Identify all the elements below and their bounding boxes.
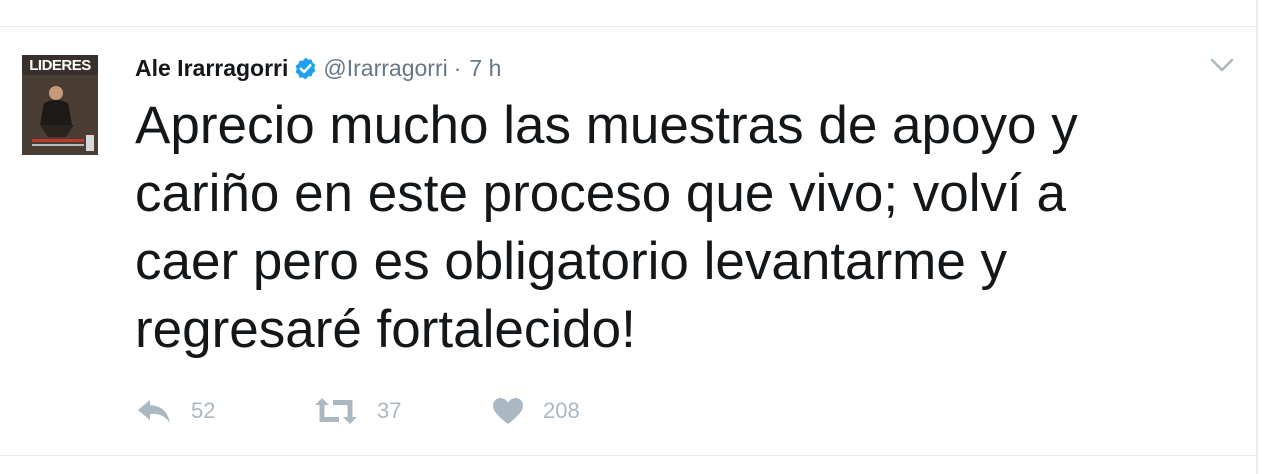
heart-icon: [493, 398, 523, 424]
reply-icon: [138, 400, 170, 423]
like-count: 208: [543, 398, 580, 423]
tweet-actions: 52 37 208: [135, 393, 691, 429]
tweet-header: Ale Irarragorri @Irarragorri · 7 h: [135, 53, 501, 83]
retweet-count: 37: [377, 398, 402, 423]
reply-button[interactable]: 52: [135, 396, 313, 426]
chevron-down-icon[interactable]: [1208, 55, 1236, 75]
author-name[interactable]: Ale Irarragorri: [135, 55, 288, 82]
tweet-text: Aprecio mucho las muestras de apoyo y ca…: [135, 96, 1078, 359]
right-divider: [1256, 0, 1258, 474]
header-separator: ·: [453, 54, 462, 81]
top-divider: [0, 26, 1257, 27]
tweet-timestamp[interactable]: 7 h: [469, 55, 501, 82]
avatar-magazine-title: LIDERES: [29, 57, 91, 74]
avatar[interactable]: LIDERES: [22, 55, 98, 155]
author-handle[interactable]: @Irarragorri: [323, 55, 447, 82]
bottom-divider: [0, 455, 1257, 456]
retweet-button[interactable]: 37: [313, 396, 491, 426]
verified-badge-icon: [296, 57, 316, 79]
like-button[interactable]: 208: [491, 396, 691, 426]
reply-count: 52: [191, 398, 216, 423]
retweet-icon: [315, 398, 357, 424]
